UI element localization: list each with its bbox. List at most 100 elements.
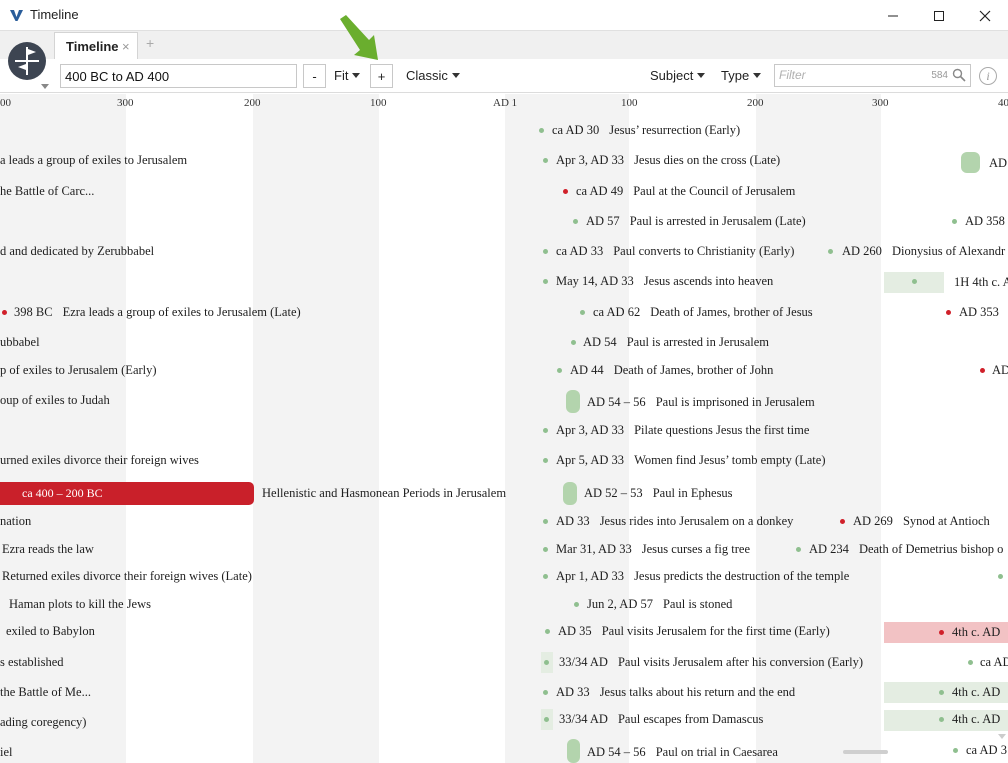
scroll-down-chevron-icon[interactable] — [998, 734, 1006, 740]
timeline-event[interactable]: Apr 1, AD 33 Jesus predicts the destructi… — [556, 568, 849, 584]
timeline-event[interactable]: Mar 31, AD 33 Jesus curses a fig tree — [556, 541, 750, 557]
result-count: 584 — [931, 70, 948, 81]
truncated-event[interactable]: the Battle of Me... — [0, 684, 91, 700]
info-icon[interactable]: i — [979, 67, 997, 85]
truncated-event[interactable]: 4th c. AD — [952, 624, 1000, 640]
timeline-canvas[interactable]: 00 300 200 100 AD 1 100 200 300 40 ca 40… — [0, 94, 1008, 763]
timeline-event[interactable]: 33/34 AD Paul visits Jerusalem after his … — [559, 654, 863, 670]
timeline-event[interactable]: 398 BC Ezra leads a group of exiles to Je… — [14, 304, 301, 320]
range-marker[interactable] — [567, 739, 580, 763]
zoom-out-button[interactable]: - — [303, 64, 326, 88]
timeline-event[interactable]: AD 33 Jesus talks about his return and th… — [556, 684, 795, 700]
chevron-down-icon — [352, 73, 361, 78]
timeline-event[interactable]: AD 54 – 56 Paul is imprisoned in Jerusale… — [587, 394, 815, 410]
timeline-event[interactable]: ca AD 62 Death of James, brother of Jesus — [593, 304, 813, 320]
truncated-event[interactable]: AD — [989, 155, 1007, 171]
timeline-event[interactable]: AD 260 Dionysius of Alexandr — [842, 243, 1005, 259]
timeline-panel-icon[interactable] — [6, 40, 48, 82]
timeline-event[interactable]: ca AD 30 Jesus’ resurrection (Early) — [552, 122, 740, 138]
timeline-event[interactable]: AD 54 Paul is arrested in Jerusalem — [583, 334, 769, 350]
truncated-event[interactable]: Returned exiles divorce their foreign wi… — [2, 568, 252, 584]
timeline-event[interactable]: AD 52 – 53 Paul in Ephesus — [584, 485, 733, 501]
truncated-event[interactable]: 4th c. AD — [952, 684, 1000, 700]
event-marker — [557, 368, 562, 373]
timeline-event[interactable]: AD 54 – 56 Paul on trial in Caesarea — [587, 744, 778, 760]
type-dropdown[interactable]: Type — [721, 68, 762, 83]
truncated-event[interactable]: he Battle of Carc... — [0, 183, 94, 199]
truncated-event[interactable]: iel — [0, 744, 13, 760]
search-icon[interactable] — [952, 68, 966, 82]
event-marker — [563, 189, 568, 194]
axis-label: 100 — [370, 97, 387, 109]
timeline-event[interactable]: AD 44 Death of James, brother of John — [570, 362, 773, 378]
truncated-event[interactable]: d and dedicated by Zerubbabel — [0, 243, 154, 259]
truncated-event[interactable]: Ezra reads the law — [2, 541, 94, 557]
timeline-event[interactable]: AD 57 Paul is arrested in Jerusalem (Late… — [586, 213, 806, 229]
event-marker — [946, 310, 951, 315]
fit-dropdown[interactable]: Fit — [334, 68, 361, 83]
panel-menu-chevron-icon[interactable] — [41, 84, 49, 90]
maximize-button[interactable] — [916, 0, 962, 31]
event-marker — [543, 519, 548, 524]
event-marker — [939, 717, 944, 722]
truncated-event[interactable]: Haman plots to kill the Jews — [9, 596, 151, 612]
truncated-event[interactable]: ubbabel — [0, 334, 40, 350]
style-dropdown[interactable]: Classic — [406, 68, 460, 83]
period-bar[interactable]: ca 400 – 200 BC — [0, 482, 254, 505]
timeline-event[interactable]: AD 234 Death of Demetrius bishop o — [809, 541, 1003, 557]
window-title: Timeline — [30, 7, 79, 22]
minimize-button[interactable] — [870, 0, 916, 31]
timeline-event[interactable]: Apr 5, AD 33 Women find Jesus’ tomb empty… — [556, 452, 826, 468]
timeline-event[interactable]: ca AD 49 Paul at the Council of Jerusalem — [576, 183, 795, 199]
truncated-event[interactable]: urned exiles divorce their foreign wives — [0, 452, 199, 468]
timeline-event[interactable]: AD 269 Synod at Antioch — [853, 513, 990, 529]
range-marker[interactable] — [566, 390, 580, 413]
truncated-event[interactable]: ca AD — [980, 654, 1008, 670]
truncated-event[interactable]: AD 358 — [965, 213, 1005, 229]
add-tab-button[interactable]: + — [146, 35, 154, 51]
axis-label: 200 — [747, 97, 764, 109]
truncated-event[interactable]: oup of exiles to Judah — [0, 392, 110, 408]
range-marker[interactable] — [563, 482, 577, 505]
timeline-event[interactable]: 33/34 AD Paul escapes from Damascus — [559, 711, 763, 727]
truncated-event[interactable]: a leads a group of exiles to Jerusalem — [0, 152, 187, 168]
event-marker — [543, 249, 548, 254]
filter-input[interactable]: Filter 584 — [774, 64, 971, 87]
timeline-event[interactable]: ca AD 33 Paul converts to Christianity (E… — [556, 243, 794, 259]
truncated-event[interactable]: AD — [992, 362, 1008, 378]
truncated-event[interactable]: ca AD 3 — [966, 742, 1007, 758]
truncated-event[interactable]: AD 353 — [959, 304, 999, 320]
timeline-event[interactable]: Apr 3, AD 33 Pilate questions Jesus the f… — [556, 422, 809, 438]
horizontal-scrollbar[interactable] — [843, 750, 888, 754]
truncated-event[interactable]: nation — [0, 513, 31, 529]
date-range-input[interactable] — [60, 64, 297, 88]
event-marker — [574, 602, 579, 607]
truncated-event[interactable]: p of exiles to Jerusalem (Early) — [0, 362, 157, 378]
close-window-button[interactable] — [962, 0, 1008, 31]
truncated-event[interactable]: 4th c. AD — [952, 711, 1000, 727]
truncated-event[interactable]: exiled to Babylon — [6, 623, 95, 639]
tab-close-icon[interactable]: × — [122, 39, 130, 54]
tab-timeline[interactable]: Timeline × — [54, 32, 138, 59]
timeline-event[interactable]: AD 35 Paul visits Jerusalem for the first… — [558, 623, 830, 639]
event-marker — [980, 368, 985, 373]
timeline-event[interactable]: Apr 3, AD 33 Jesus dies on the cross (Lat… — [556, 152, 780, 168]
timeline-event[interactable]: AD 33 Jesus rides into Jerusalem on a don… — [556, 513, 793, 529]
truncated-event[interactable]: 1H 4th c. A — [954, 274, 1008, 290]
period-title[interactable]: Hellenistic and Hasmonean Periods in Jer… — [262, 485, 506, 501]
axis-label: 40 — [998, 97, 1008, 109]
event-marker — [939, 630, 944, 635]
axis-label: 300 — [872, 97, 889, 109]
century-band — [253, 94, 379, 763]
truncated-event[interactable]: ading coregency) — [0, 714, 86, 730]
subject-dropdown[interactable]: Subject — [650, 68, 706, 83]
event-marker — [998, 574, 1003, 579]
tab-label: Timeline — [66, 39, 119, 54]
app-logo-icon — [9, 8, 24, 23]
truncated-event[interactable]: s established — [0, 654, 64, 670]
zoom-in-button[interactable]: + — [370, 64, 393, 88]
range-marker[interactable] — [961, 152, 980, 173]
event-marker — [544, 660, 549, 665]
timeline-event[interactable]: May 14, AD 33 Jesus ascends into heaven — [556, 273, 773, 289]
timeline-event[interactable]: Jun 2, AD 57 Paul is stoned — [587, 596, 732, 612]
